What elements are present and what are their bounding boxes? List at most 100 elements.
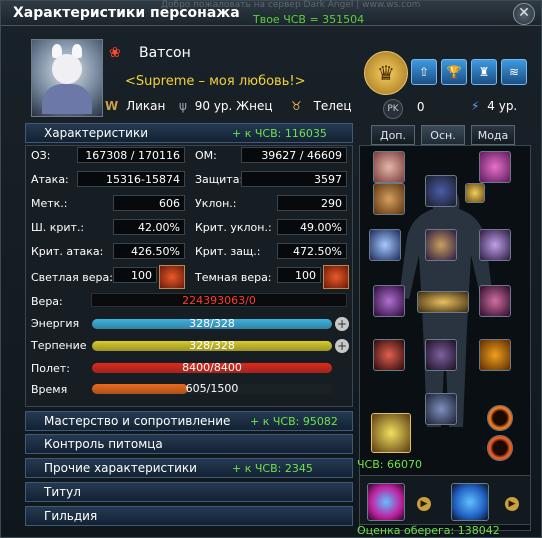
light-faith-label: Светлая вера: bbox=[31, 271, 113, 284]
patience-plus-button[interactable]: + bbox=[335, 339, 349, 353]
section-other-label: Прочие характеристики bbox=[44, 461, 197, 475]
slot-shoulders-icon[interactable] bbox=[373, 339, 405, 371]
flight-value: 8400/8400 bbox=[182, 361, 242, 374]
charm-hp-arrow-icon[interactable]: ▶ bbox=[417, 497, 431, 511]
slot-book-icon[interactable] bbox=[371, 413, 411, 453]
pk-row: PK 0 bbox=[383, 99, 424, 119]
section-stats-label: Характеристики bbox=[44, 126, 149, 140]
tab-fashion[interactable]: Мода bbox=[471, 125, 515, 145]
total-chsv-label: Твое ЧСВ = 351504 bbox=[253, 13, 365, 26]
slot-eye-icon[interactable] bbox=[465, 183, 485, 203]
window-title: Характеристики персонажа bbox=[13, 5, 240, 21]
slot-pants-icon[interactable] bbox=[425, 339, 457, 371]
taurus-icon: ♉ bbox=[291, 99, 302, 113]
slot-rune-icon[interactable] bbox=[369, 229, 401, 261]
close-button[interactable]: ✕ bbox=[513, 3, 535, 25]
slot-weapon-right-icon[interactable] bbox=[479, 285, 511, 317]
slot-ring-2-icon[interactable] bbox=[487, 435, 513, 461]
cup-icon[interactable]: ♜ bbox=[471, 59, 497, 85]
class-row: ψ 90 ур. Жнец bbox=[179, 99, 273, 113]
dark-faith-label: Темная вера: bbox=[195, 271, 272, 284]
light-faith-value: 100 bbox=[113, 267, 157, 283]
mp-label: ОМ: bbox=[195, 149, 217, 162]
charm-rating: Оценка оберега: 138042 bbox=[357, 524, 500, 537]
dark-faith-value: 100 bbox=[277, 267, 321, 283]
section-guild[interactable]: Гильдия bbox=[25, 506, 353, 526]
section-titles[interactable]: Титул bbox=[25, 482, 353, 502]
slot-wings-icon[interactable] bbox=[479, 151, 511, 183]
tab-extra[interactable]: Доп. bbox=[371, 125, 415, 145]
level-class-label: 90 ур. Жнец bbox=[194, 99, 273, 113]
slot-belt-icon[interactable] bbox=[417, 291, 469, 313]
faith-label: Вера: bbox=[31, 295, 63, 308]
character-window: Добро пожаловать на сервер Dark Angel | … bbox=[0, 0, 542, 538]
charm-hp-icon[interactable] bbox=[367, 483, 405, 521]
slot-artifact-icon[interactable] bbox=[479, 339, 511, 371]
pk-icon: PK bbox=[383, 99, 403, 119]
guild-title: <Supreme – моя любовь!> bbox=[125, 74, 306, 89]
rebirth-value: 4 ур. bbox=[487, 99, 518, 113]
slot-ring-1-icon[interactable] bbox=[487, 405, 513, 431]
crit-chance-label: Ш. крит.: bbox=[31, 221, 85, 234]
mp-value: 39627 / 46609 bbox=[241, 147, 347, 163]
section-other-bonus: + к ЧСВ: 2345 bbox=[232, 462, 313, 475]
rebirth-row: ⚡ 4 ур. bbox=[471, 99, 517, 113]
charm-mp-arrow-icon[interactable]: ▶ bbox=[505, 497, 519, 511]
dark-faith-emblem-icon[interactable] bbox=[323, 265, 349, 289]
section-mastery[interactable]: Мастерство и сопротивление + к ЧСВ: 9508… bbox=[25, 411, 353, 431]
slot-boots-icon[interactable] bbox=[425, 393, 457, 425]
slot-weapon-left-icon[interactable] bbox=[373, 285, 405, 317]
attack-label: Атака: bbox=[31, 173, 69, 186]
slot-necklace-icon[interactable] bbox=[425, 175, 457, 207]
accuracy-value: 606 bbox=[113, 195, 185, 211]
energy-label: Энергия bbox=[31, 317, 80, 330]
crit-defense-label: Крит. защ.: bbox=[195, 245, 261, 258]
slot-mask-icon[interactable] bbox=[373, 183, 405, 215]
section-pet-label: Контроль питомца bbox=[44, 437, 163, 451]
section-other[interactable]: Прочие характеристики + к ЧСВ: 2345 bbox=[25, 458, 353, 478]
rank-up-icon[interactable]: ⇧ bbox=[411, 59, 437, 85]
hp-label: ОЗ: bbox=[31, 149, 51, 162]
crit-evasion-value: 49.00% bbox=[277, 219, 347, 235]
rank-badge-icon[interactable]: ♛ bbox=[364, 51, 408, 95]
section-stats-bonus: + к ЧСВ: 116035 bbox=[232, 127, 327, 140]
defense-value: 3597 bbox=[241, 171, 347, 187]
section-guild-label: Гильдия bbox=[44, 509, 98, 523]
crit-evasion-label: Крит. уклон.: bbox=[195, 221, 272, 234]
attack-value: 15316-15874 bbox=[77, 171, 185, 187]
character-name: Ватсон bbox=[139, 45, 191, 61]
zodiac-row: ♉ Телец bbox=[291, 99, 352, 113]
section-mastery-bonus: + к ЧСВ: 95082 bbox=[250, 415, 338, 428]
accuracy-label: Метк.: bbox=[31, 197, 68, 210]
zodiac-label: Телец bbox=[313, 99, 352, 113]
hp-value: 167308 / 170116 bbox=[77, 147, 185, 163]
trophy-icon[interactable]: 🏆 bbox=[441, 59, 467, 85]
section-mastery-label: Мастерство и сопротивление bbox=[44, 414, 231, 428]
time-label: Время bbox=[31, 383, 68, 396]
section-pet[interactable]: Контроль питомца bbox=[25, 434, 353, 454]
time-value: 605/1500 bbox=[185, 382, 239, 395]
defense-label: Защита: bbox=[195, 173, 244, 186]
rebirth-icon: ⚡ bbox=[471, 99, 480, 113]
tab-main[interactable]: Осн. bbox=[421, 125, 465, 145]
slot-gloves-icon[interactable] bbox=[479, 229, 511, 261]
charm-mp-icon[interactable] bbox=[451, 483, 489, 521]
slot-helmet-icon[interactable] bbox=[373, 151, 405, 183]
scythe-icon: ψ bbox=[179, 99, 187, 113]
wave-icon[interactable]: ≋ bbox=[501, 59, 527, 85]
equipment-chsv: ЧСВ: 66070 bbox=[357, 458, 422, 471]
section-stats[interactable]: Характеристики + к ЧСВ: 116035 bbox=[25, 123, 353, 143]
slot-armor-icon[interactable] bbox=[425, 229, 457, 261]
rose-icon: ❀ bbox=[109, 45, 121, 61]
energy-value: 328/328 bbox=[189, 317, 235, 330]
patience-value: 328/328 bbox=[189, 339, 235, 352]
light-faith-emblem-icon[interactable] bbox=[159, 265, 185, 289]
energy-plus-button[interactable]: + bbox=[335, 317, 349, 331]
race-icon: W bbox=[105, 99, 119, 113]
faith-value: 224393063/0 bbox=[182, 294, 256, 307]
flight-label: Полет: bbox=[31, 362, 70, 375]
crit-attack-value: 426.50% bbox=[113, 243, 185, 259]
crit-attack-label: Крит. атака: bbox=[31, 245, 104, 258]
race-row: W Ликан bbox=[105, 99, 165, 113]
evasion-label: Уклон.: bbox=[195, 197, 237, 210]
